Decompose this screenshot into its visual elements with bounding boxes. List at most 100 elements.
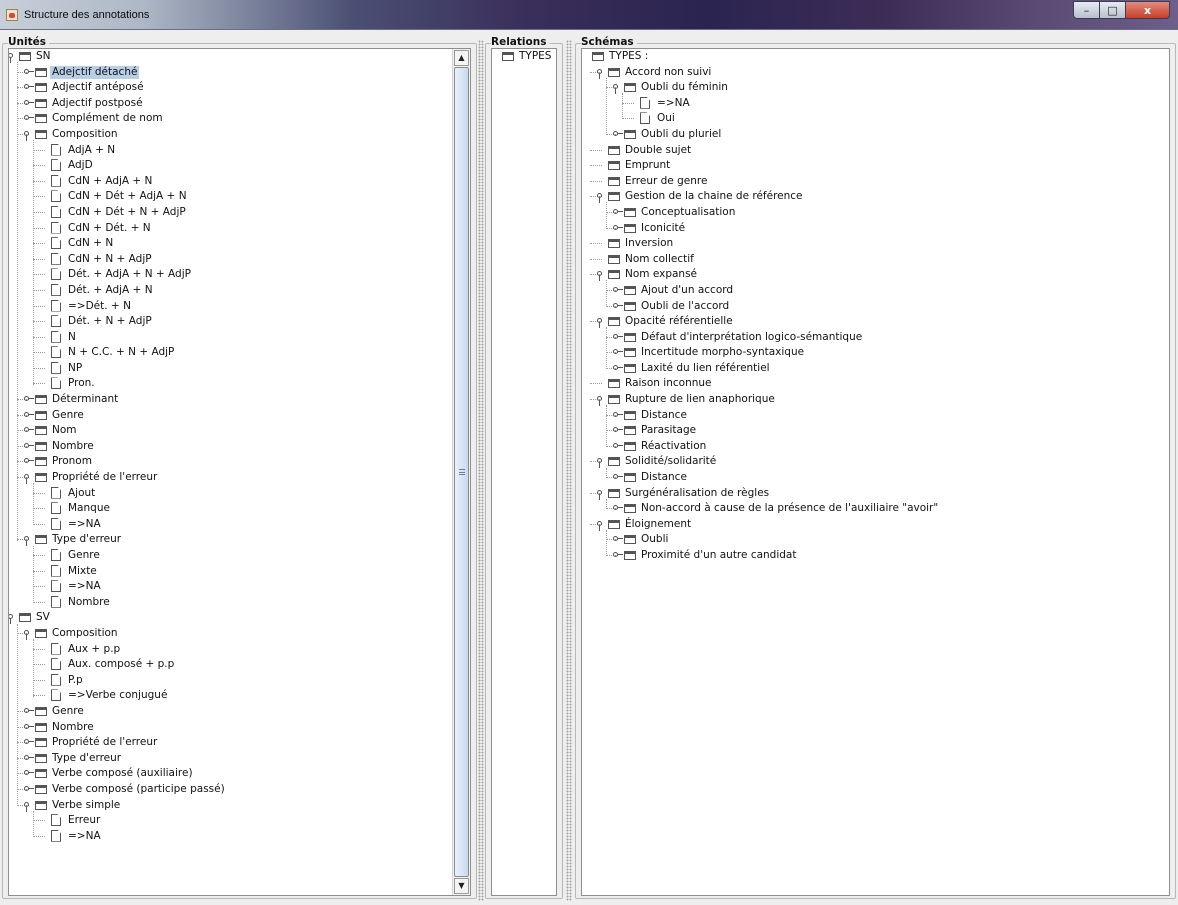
relations-tree[interactable]: TYPES :	[492, 49, 556, 65]
collapsed-toggle-icon[interactable]	[613, 364, 623, 373]
tree-leaf-item[interactable]: N + C.C. + N + AdjP	[9, 345, 470, 361]
tree-folder-item[interactable]: Inversion	[582, 236, 1169, 252]
collapsed-toggle-icon[interactable]	[613, 504, 623, 513]
expanded-toggle-icon[interactable]	[597, 317, 606, 329]
collapsed-toggle-icon[interactable]	[24, 83, 34, 92]
collapsed-toggle-icon[interactable]	[613, 333, 623, 342]
tree-folder-item[interactable]: Opacité référentielle	[582, 314, 1169, 330]
collapsed-toggle-icon[interactable]	[613, 348, 623, 357]
expanded-toggle-icon[interactable]	[24, 629, 33, 640]
tree-leaf-item[interactable]: =>NA	[9, 829, 470, 845]
tree-leaf-item[interactable]: Dét. + AdjA + N + AdjP	[9, 267, 470, 283]
tree-leaf-item[interactable]: CdN + Dét. + N	[9, 221, 470, 237]
collapsed-toggle-icon[interactable]	[24, 442, 34, 451]
tree-folder-item[interactable]: Complément de nom	[9, 111, 470, 127]
tree-folder-item[interactable]: Emprunt	[582, 158, 1169, 174]
tree-leaf-item[interactable]: N	[9, 330, 470, 346]
tree-folder-item[interactable]: Oubli du pluriel	[582, 127, 1169, 143]
window-title-bar[interactable]: Structure des annotations – □ x	[0, 0, 1178, 30]
collapsed-toggle-icon[interactable]	[613, 224, 623, 233]
tree-folder-item[interactable]: Réactivation	[582, 439, 1169, 455]
tree-folder-item[interactable]: Éloignement	[582, 517, 1169, 533]
expanded-toggle-icon[interactable]	[597, 192, 606, 204]
expanded-toggle-icon[interactable]	[24, 130, 33, 141]
tree-folder-item[interactable]: SN	[9, 49, 470, 65]
schemas-tree[interactable]: TYPES : Accord non suivi Oubli du féminin =…	[582, 49, 1169, 564]
tree-folder-item[interactable]: Adjectif postposé	[9, 96, 470, 112]
expanded-toggle-icon[interactable]	[9, 52, 17, 63]
tree-leaf-item[interactable]: Erreur	[9, 813, 470, 829]
units-tree[interactable]: SN Adejctif détaché Adjectif antéposé Adjec…	[9, 49, 470, 844]
collapsed-toggle-icon[interactable]	[613, 286, 623, 295]
tree-leaf-item[interactable]: AdjD	[9, 158, 470, 174]
collapsed-toggle-icon[interactable]	[24, 395, 34, 404]
tree-folder-item[interactable]: Propriété de l'erreur	[9, 735, 470, 751]
tree-folder-item[interactable]: TYPES :	[492, 49, 556, 65]
tree-folder-item[interactable]: Verbe simple	[9, 798, 470, 814]
tree-leaf-item[interactable]: NP	[9, 361, 470, 377]
maximize-button[interactable]: □	[1099, 1, 1125, 19]
tree-leaf-item[interactable]: Dét. + AdjA + N	[9, 283, 470, 299]
tree-folder-item[interactable]: Composition	[9, 127, 470, 143]
expanded-toggle-icon[interactable]	[597, 489, 606, 500]
expanded-toggle-icon[interactable]	[24, 535, 33, 547]
tree-folder-item[interactable]: Incertitude morpho-syntaxique	[582, 345, 1169, 361]
collapsed-toggle-icon[interactable]	[613, 551, 623, 560]
collapsed-toggle-icon[interactable]	[24, 457, 34, 466]
tree-folder-item[interactable]: Oubli	[582, 532, 1169, 548]
expanded-toggle-icon[interactable]	[613, 83, 622, 95]
tree-folder-item[interactable]: Défaut d'interprétation logico-sémantiqu…	[582, 330, 1169, 346]
tree-leaf-item[interactable]: Ajout	[9, 486, 470, 502]
tree-leaf-item[interactable]: Manque	[9, 501, 470, 517]
tree-folder-item[interactable]: Adjectif antéposé	[9, 80, 470, 96]
collapsed-toggle-icon[interactable]	[24, 114, 34, 123]
tree-folder-item[interactable]: Solidité/solidarité	[582, 454, 1169, 470]
collapsed-toggle-icon[interactable]	[613, 535, 623, 544]
expanded-toggle-icon[interactable]	[597, 520, 606, 531]
tree-leaf-item[interactable]: =>NA	[582, 96, 1169, 112]
tree-folder-item[interactable]: Proximité d'un autre candidat	[582, 548, 1169, 564]
tree-folder-item[interactable]: Nom collectif	[582, 252, 1169, 268]
tree-folder-item[interactable]: Pronom	[9, 454, 470, 470]
collapsed-toggle-icon[interactable]	[613, 130, 623, 139]
tree-folder-item[interactable]: Type d'erreur	[9, 751, 470, 767]
tree-folder-item[interactable]: Oubli de l'accord	[582, 299, 1169, 315]
tree-folder-item[interactable]: Genre	[9, 408, 470, 424]
tree-leaf-item[interactable]: Pron.	[9, 376, 470, 392]
tree-folder-item[interactable]: Composition	[9, 626, 470, 642]
units-relations-splitter[interactable]	[478, 40, 484, 901]
tree-leaf-item[interactable]: Oui	[582, 111, 1169, 127]
scroll-up-arrow-icon[interactable]: ▲	[454, 50, 469, 66]
tree-folder-item[interactable]: Oubli du féminin	[582, 80, 1169, 96]
relations-schemas-splitter[interactable]	[566, 40, 572, 901]
collapsed-toggle-icon[interactable]	[24, 769, 34, 778]
tree-leaf-item[interactable]: AdjA + N	[9, 143, 470, 159]
tree-folder-item[interactable]: Parasitage	[582, 423, 1169, 439]
tree-leaf-item[interactable]: =>Dét. + N	[9, 299, 470, 315]
minimize-button[interactable]: –	[1073, 1, 1099, 19]
tree-folder-item[interactable]: Accord non suivi	[582, 65, 1169, 81]
tree-folder-item[interactable]: Distance	[582, 470, 1169, 486]
tree-leaf-item[interactable]: CdN + N	[9, 236, 470, 252]
tree-folder-item[interactable]: Gestion de la chaine de référence	[582, 189, 1169, 205]
tree-folder-item[interactable]: Iconicité	[582, 221, 1169, 237]
tree-folder-item[interactable]: Nombre	[9, 439, 470, 455]
tree-folder-item[interactable]: Raison inconnue	[582, 376, 1169, 392]
collapsed-toggle-icon[interactable]	[613, 442, 623, 451]
tree-folder-item[interactable]: Genre	[9, 704, 470, 720]
collapsed-toggle-icon[interactable]	[613, 302, 623, 311]
tree-leaf-item[interactable]: Aux + p.p	[9, 642, 470, 658]
tree-folder-item[interactable]: Conceptualisation	[582, 205, 1169, 221]
expanded-toggle-icon[interactable]	[9, 613, 17, 625]
tree-leaf-item[interactable]: CdN + Dét + N + AdjP	[9, 205, 470, 221]
collapsed-toggle-icon[interactable]	[24, 426, 34, 435]
tree-leaf-item[interactable]: CdN + N + AdjP	[9, 252, 470, 268]
tree-leaf-item[interactable]: =>Verbe conjugué	[9, 688, 470, 704]
tree-leaf-item[interactable]: Nombre	[9, 595, 470, 611]
collapsed-toggle-icon[interactable]	[24, 68, 34, 77]
tree-folder-item[interactable]: SV	[9, 610, 470, 626]
expanded-toggle-icon[interactable]	[597, 395, 606, 407]
tree-folder-item[interactable]: Propriété de l'erreur	[9, 470, 470, 486]
tree-leaf-item[interactable]: Dét. + N + AdjP	[9, 314, 470, 330]
expanded-toggle-icon[interactable]	[24, 473, 33, 485]
